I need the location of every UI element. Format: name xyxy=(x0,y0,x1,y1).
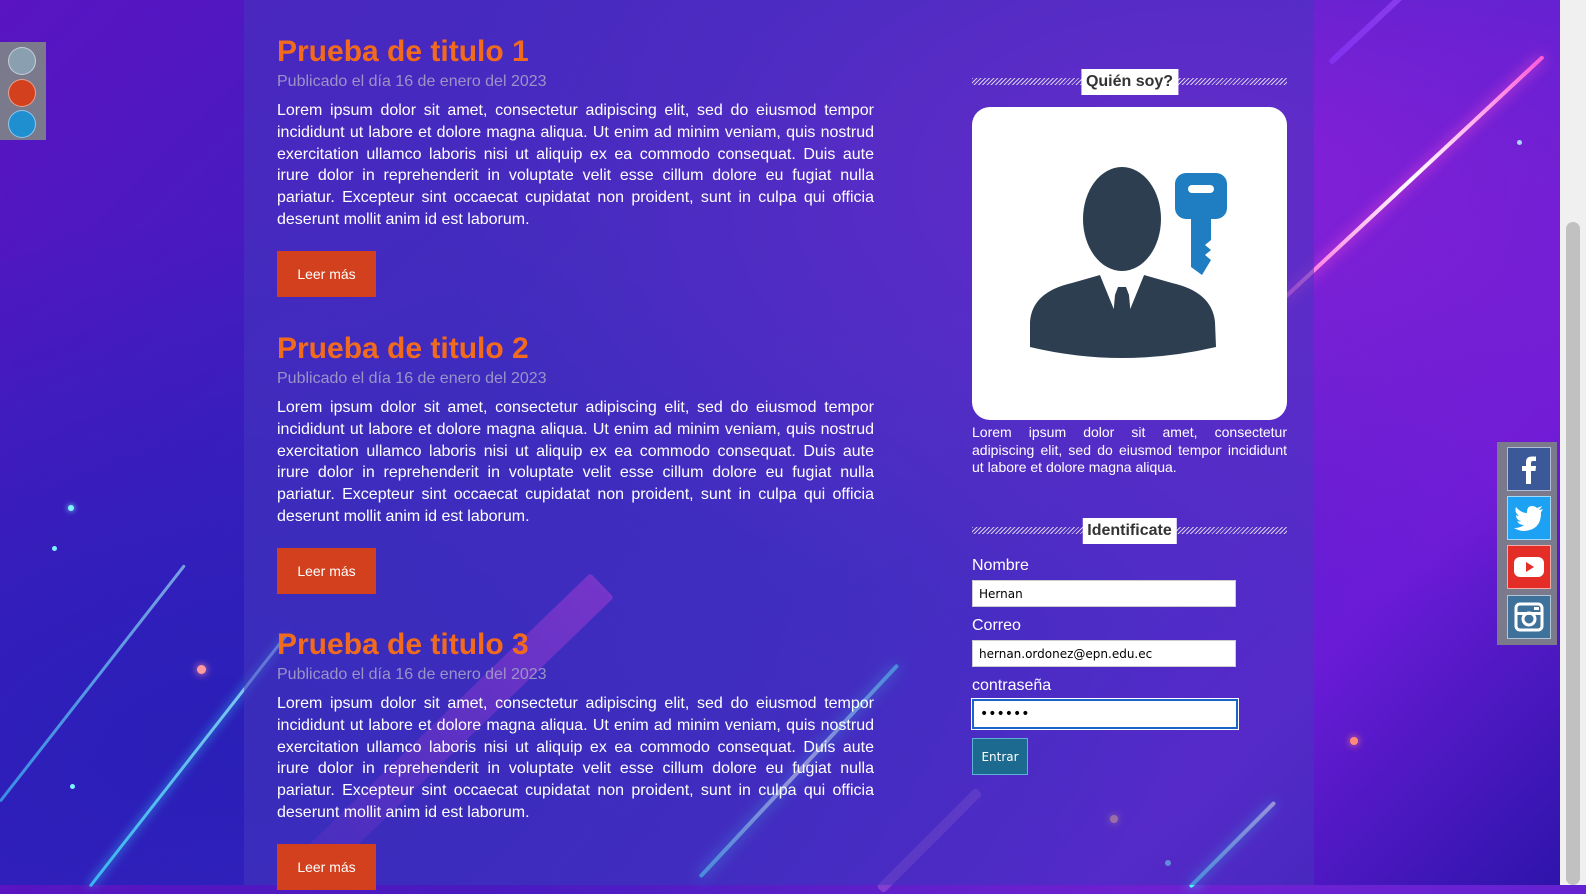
name-field[interactable] xyxy=(972,580,1236,607)
name-label: Nombre xyxy=(972,557,1029,574)
post-date: Publicado el día 16 de enero del 2023 xyxy=(277,73,547,90)
email-field[interactable] xyxy=(972,640,1236,667)
post-body: Lorem ipsum dolor sit amet, consectetur … xyxy=(277,102,874,228)
read-more-button[interactable]: Leer más xyxy=(277,547,376,594)
theme-swatch-red[interactable] xyxy=(8,79,36,107)
password-field[interactable] xyxy=(972,699,1238,729)
password-label: contraseña xyxy=(972,677,1052,694)
post-date: Publicado el día 16 de enero del 2023 xyxy=(277,370,547,387)
theme-swatch-gray[interactable] xyxy=(8,47,36,75)
about-title: Quién soy? xyxy=(1080,69,1179,95)
instagram-link[interactable] xyxy=(1507,595,1551,639)
user-key-icon xyxy=(1030,167,1227,358)
read-more-button[interactable]: Leer más xyxy=(277,250,376,297)
post-title[interactable]: Prueba de titulo 2 xyxy=(277,331,874,367)
theme-swatch-blue[interactable] xyxy=(8,110,36,138)
email-label: Correo xyxy=(972,617,1021,634)
post-date: Publicado el día 16 de enero del 2023 xyxy=(277,666,547,683)
about-text: Lorem ipsum dolor sit amet, consectetur … xyxy=(972,424,1287,475)
facebook-icon xyxy=(1522,456,1536,484)
about-heading: Quién soy? xyxy=(972,69,1287,95)
youtube-link[interactable] xyxy=(1507,545,1551,589)
instagram-icon xyxy=(1514,602,1544,632)
submit-button[interactable]: Entrar xyxy=(972,738,1028,775)
facebook-link[interactable] xyxy=(1507,447,1551,491)
post-body: Lorem ipsum dolor sit amet, consectetur … xyxy=(277,695,874,821)
post-article: Prueba de titulo 1 Publicado el día 16 d… xyxy=(277,34,874,297)
login-title: Identificate xyxy=(1082,518,1177,544)
post-article: Prueba de titulo 3 Publicado el día 16 d… xyxy=(277,627,874,890)
login-heading: Identificate xyxy=(972,518,1287,544)
theme-switcher xyxy=(0,42,46,140)
post-title[interactable]: Prueba de titulo 3 xyxy=(277,627,874,663)
post-article: Prueba de titulo 2 Publicado el día 16 d… xyxy=(277,331,874,594)
twitter-icon xyxy=(1514,506,1543,531)
page-scrollbar[interactable] xyxy=(1560,0,1586,885)
read-more-button[interactable]: Leer más xyxy=(277,843,376,890)
post-title[interactable]: Prueba de titulo 1 xyxy=(277,34,874,70)
social-bar xyxy=(1497,442,1557,645)
about-avatar xyxy=(972,107,1287,420)
twitter-link[interactable] xyxy=(1507,496,1551,540)
scrollbar-thumb[interactable] xyxy=(1566,222,1580,885)
youtube-icon xyxy=(1514,557,1544,577)
post-body: Lorem ipsum dolor sit amet, consectetur … xyxy=(277,399,874,525)
